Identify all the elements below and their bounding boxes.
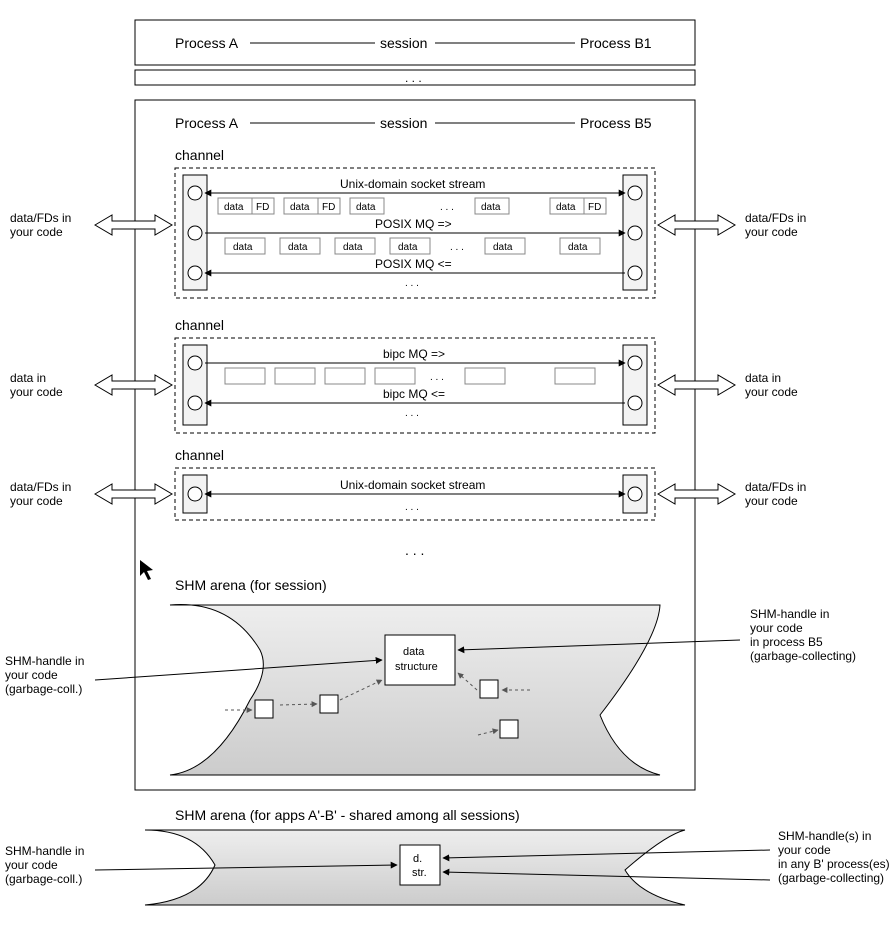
svg-text:your code: your code bbox=[10, 225, 63, 239]
svg-text:your code: your code bbox=[778, 843, 831, 857]
arena-title: SHM arena (for apps A'-B' - shared among… bbox=[175, 807, 520, 823]
channel-label: channel bbox=[175, 147, 224, 163]
svg-text:data: data bbox=[290, 202, 310, 213]
proc-b5-label: Process B5 bbox=[580, 115, 652, 131]
endpoint-icon bbox=[188, 396, 202, 410]
svg-text:in any B' process(es): in any B' process(es) bbox=[778, 857, 890, 871]
svg-text:. . .: . . . bbox=[450, 242, 464, 253]
stream-label: Unix-domain socket stream bbox=[340, 177, 485, 191]
svg-text:(garbage-collecting): (garbage-collecting) bbox=[750, 649, 856, 663]
posix-mq-out-label: POSIX MQ => bbox=[375, 217, 452, 231]
posix-mq-in-label: POSIX MQ <= bbox=[375, 257, 452, 271]
dots: . . . bbox=[405, 71, 422, 85]
svg-text:SHM-handle in: SHM-handle in bbox=[750, 607, 829, 621]
bipc-mq-in-label: bipc MQ <= bbox=[383, 387, 445, 401]
endpoint-icon bbox=[188, 186, 202, 200]
shm-handle-left-label: SHM-handle in your code (garbage-coll.) bbox=[5, 654, 84, 696]
svg-text:. . .: . . . bbox=[430, 372, 444, 383]
svg-text:data/FDs in: data/FDs in bbox=[10, 480, 71, 494]
svg-text:your code: your code bbox=[750, 621, 803, 635]
svg-text:data: data bbox=[224, 202, 244, 213]
svg-text:(garbage-coll.): (garbage-coll.) bbox=[5, 872, 82, 886]
endpoint-icon bbox=[628, 266, 642, 280]
svg-text:data: data bbox=[556, 202, 576, 213]
endpoint-icon bbox=[628, 226, 642, 240]
proc-b1-label: Process B1 bbox=[580, 35, 652, 51]
svg-text:your code: your code bbox=[10, 385, 63, 399]
session-label: session bbox=[380, 35, 427, 51]
svg-text:. . .: . . . bbox=[405, 502, 419, 513]
svg-text:FD: FD bbox=[588, 202, 601, 213]
svg-text:str.: str. bbox=[412, 867, 427, 879]
svg-text:your code: your code bbox=[5, 668, 58, 682]
svg-text:data/FDs in: data/FDs in bbox=[745, 211, 806, 225]
stream-label: Unix-domain socket stream bbox=[340, 478, 485, 492]
svg-text:SHM-handle in: SHM-handle in bbox=[5, 844, 84, 858]
proc-a-label: Process A bbox=[175, 35, 239, 51]
proc-a-label: Process A bbox=[175, 115, 239, 131]
shm-handle-right-label: SHM-handle in your code in process B5 (g… bbox=[750, 607, 856, 663]
svg-text:data/FDs in: data/FDs in bbox=[745, 480, 806, 494]
svg-text:your code: your code bbox=[745, 385, 798, 399]
svg-text:structure: structure bbox=[395, 661, 438, 673]
endpoint-icon bbox=[188, 266, 202, 280]
channel-label: channel bbox=[175, 317, 224, 333]
data-structure-box bbox=[385, 635, 455, 685]
endpoint-icon bbox=[628, 186, 642, 200]
svg-text:. . .: . . . bbox=[405, 408, 419, 419]
endpoint-icon bbox=[628, 356, 642, 370]
svg-text:(garbage-collecting): (garbage-collecting) bbox=[778, 871, 884, 885]
svg-text:data in: data in bbox=[745, 371, 781, 385]
arena-title: SHM arena (for session) bbox=[175, 577, 327, 593]
svg-text:data: data bbox=[481, 202, 501, 213]
channel-label: channel bbox=[175, 447, 224, 463]
svg-text:your code: your code bbox=[5, 858, 58, 872]
svg-text:. . .: . . . bbox=[440, 202, 454, 213]
svg-text:in process B5: in process B5 bbox=[750, 635, 823, 649]
svg-text:data: data bbox=[233, 242, 253, 253]
svg-text:. . .: . . . bbox=[405, 278, 419, 289]
svg-text:FD: FD bbox=[322, 202, 335, 213]
bipc-mq-out-label: bipc MQ => bbox=[383, 347, 445, 361]
svg-text:data: data bbox=[343, 242, 363, 253]
svg-text:your code: your code bbox=[745, 225, 798, 239]
svg-text:data: data bbox=[403, 646, 425, 658]
svg-text:data in: data in bbox=[10, 371, 46, 385]
endpoint-icon bbox=[188, 487, 202, 501]
shm-handle-left-label-2: SHM-handle in your code (garbage-coll.) bbox=[5, 844, 84, 886]
svg-text:data: data bbox=[568, 242, 588, 253]
session-box-b1: Process A session Process B1 . . . bbox=[135, 20, 695, 85]
shm-handle-right-label-2: SHM-handle(s) in your code in any B' pro… bbox=[778, 829, 890, 885]
dots: . . . bbox=[405, 542, 424, 558]
session-label: session bbox=[380, 115, 427, 131]
svg-text:SHM-handle in: SHM-handle in bbox=[5, 654, 84, 668]
data-structure-box bbox=[400, 845, 440, 885]
svg-text:data: data bbox=[493, 242, 513, 253]
svg-text:your code: your code bbox=[10, 494, 63, 508]
svg-text:data: data bbox=[398, 242, 418, 253]
session-box-b5: Process A session Process B5 channel Uni… bbox=[5, 100, 856, 790]
svg-text:data: data bbox=[356, 202, 376, 213]
shm-arena-shared: SHM arena (for apps A'-B' - shared among… bbox=[95, 807, 770, 905]
svg-text:d.: d. bbox=[413, 853, 422, 865]
endpoint-icon bbox=[188, 226, 202, 240]
endpoint-icon bbox=[628, 487, 642, 501]
svg-text:(garbage-coll.): (garbage-coll.) bbox=[5, 682, 82, 696]
endpoint-icon bbox=[628, 396, 642, 410]
svg-text:data: data bbox=[288, 242, 308, 253]
svg-text:SHM-handle(s) in: SHM-handle(s) in bbox=[778, 829, 871, 843]
svg-text:data/FDs in: data/FDs in bbox=[10, 211, 71, 225]
svg-text:your code: your code bbox=[745, 494, 798, 508]
endpoint-icon bbox=[188, 356, 202, 370]
svg-text:FD: FD bbox=[256, 202, 269, 213]
